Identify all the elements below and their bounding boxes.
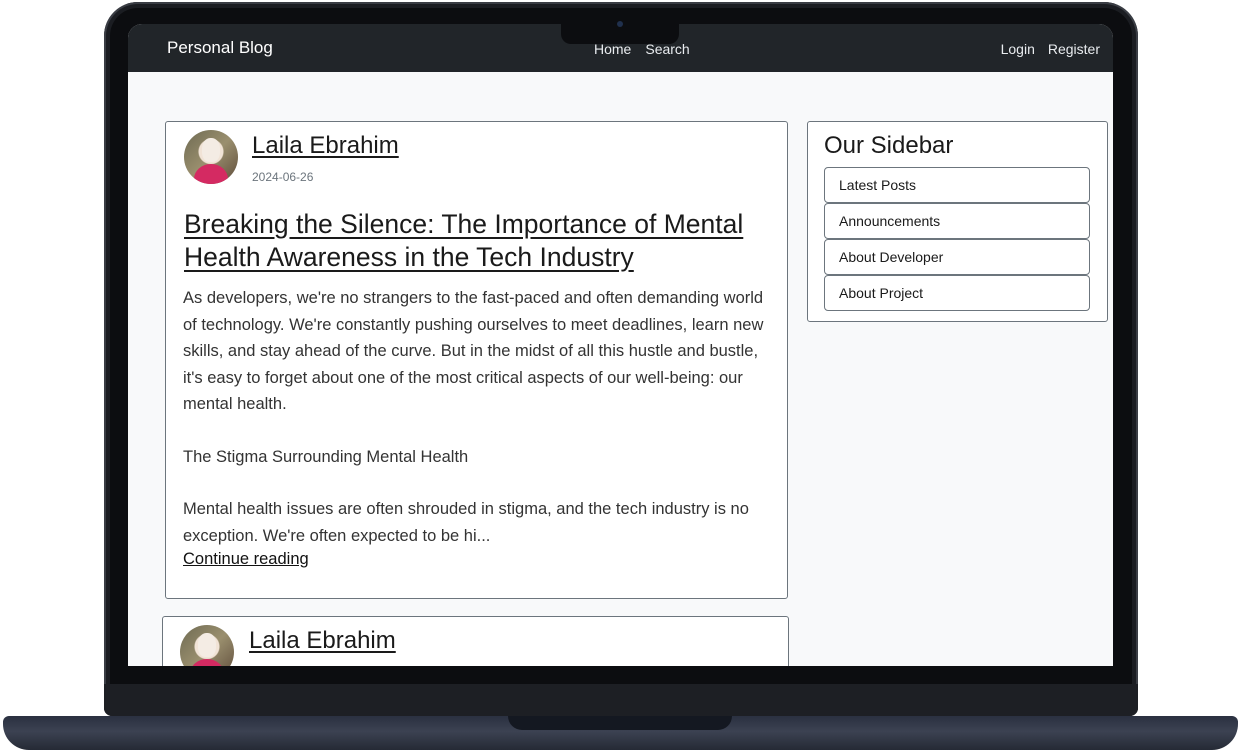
sidebar-item-about-project[interactable]: About Project [824, 275, 1090, 311]
nav-login-link[interactable]: Login [1001, 41, 1035, 57]
post-excerpt: As developers, we're no strangers to the… [183, 285, 779, 549]
post-date: 2024-06-26 [252, 170, 314, 184]
author-name-link[interactable]: Laila Ebrahim [249, 627, 396, 655]
excerpt-paragraph: Mental health issues are often shrouded … [183, 500, 749, 545]
browser-screen: Personal Blog Home Search Login Register… [128, 24, 1113, 666]
excerpt-heading: The Stigma Surrounding Mental Health [183, 447, 469, 466]
post-title-link[interactable]: Breaking the Silence: The Importance of … [184, 208, 774, 274]
excerpt-paragraph: As developers, we're no strangers to the… [183, 289, 764, 413]
author-avatar[interactable] [184, 130, 238, 184]
continue-reading-link[interactable]: Continue reading [183, 550, 309, 569]
author-name-link[interactable]: Laila Ebrahim [252, 132, 399, 160]
sidebar: Our Sidebar Latest Posts Announcements A… [807, 121, 1108, 322]
brand-link[interactable]: Personal Blog [167, 38, 273, 58]
sidebar-list: Latest Posts Announcements About Develop… [824, 167, 1090, 311]
sidebar-item-about-developer[interactable]: About Developer [824, 239, 1090, 275]
sidebar-item-latest-posts[interactable]: Latest Posts [824, 167, 1090, 203]
nav-auth-links: Login Register [1001, 41, 1100, 57]
nav-register-link[interactable]: Register [1048, 41, 1100, 57]
post-card: Laila Ebrahim 2024-06-26 Breaking the Si… [165, 121, 788, 599]
sidebar-title: Our Sidebar [824, 132, 954, 159]
post-card: Laila Ebrahim [162, 616, 789, 666]
sidebar-item-announcements[interactable]: Announcements [824, 203, 1090, 239]
laptop-chin [104, 684, 1138, 716]
author-avatar[interactable] [180, 625, 234, 666]
laptop-opening-notch [508, 716, 732, 730]
camera-icon [617, 21, 623, 27]
